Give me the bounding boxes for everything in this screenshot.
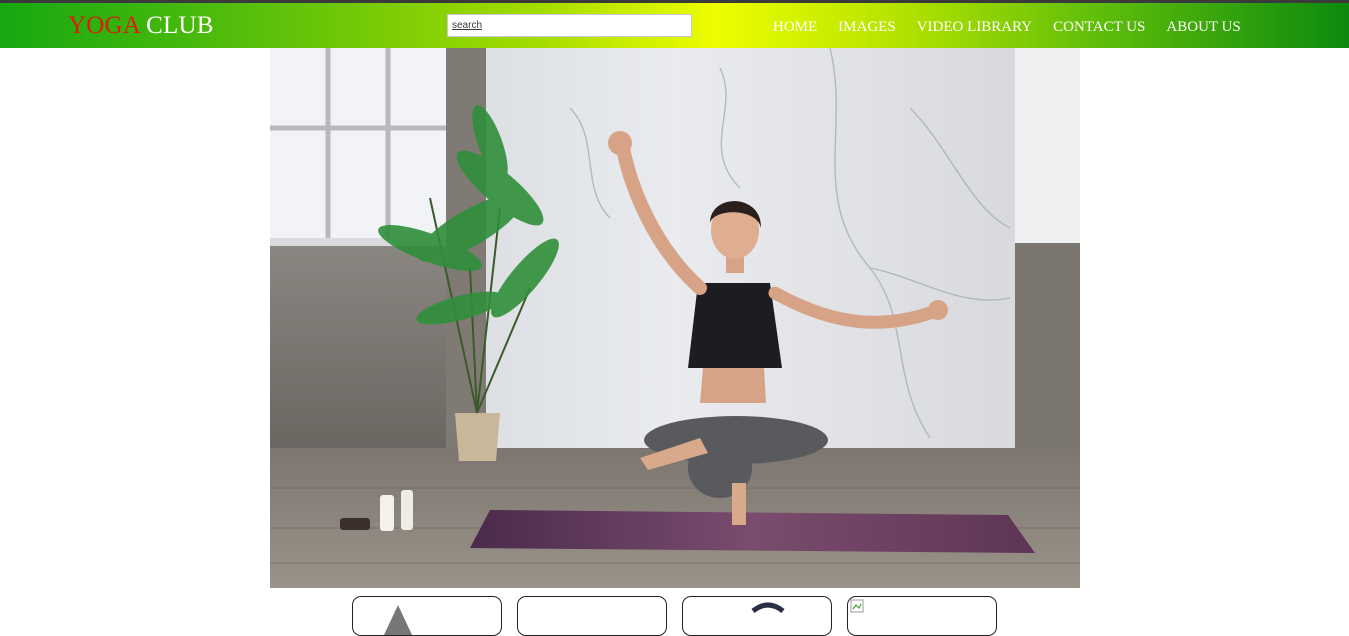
thumbnail-strip: [352, 596, 997, 636]
broken-image-icon: [850, 599, 864, 613]
thumbnail-2[interactable]: [517, 596, 667, 636]
hero-image: [270, 48, 1080, 588]
top-navigation-bar: YOGA CLUB HOME IMAGES VIDEO LIBRARY CONT…: [0, 0, 1349, 48]
thumbnail-image: [518, 597, 667, 636]
main-menu: HOME IMAGES VIDEO LIBRARY CONTACT US ABO…: [773, 18, 1241, 36]
thumbnail-4[interactable]: [847, 596, 997, 636]
logo-yoga-text: YOGA: [68, 12, 140, 39]
logo-club-text: CLUB: [146, 12, 214, 39]
nav-video-library-link[interactable]: VIDEO LIBRARY: [917, 18, 1032, 36]
nav-contact-us-link[interactable]: CONTACT US: [1053, 18, 1145, 36]
yoga-pose-photo: [270, 48, 1080, 588]
site-logo[interactable]: YOGA CLUB: [68, 12, 214, 40]
search-input[interactable]: [447, 14, 692, 37]
nav-images-link[interactable]: IMAGES: [838, 18, 896, 36]
thumbnail-image: [751, 602, 785, 614]
thumbnail-1[interactable]: [352, 596, 502, 636]
nav-home-link[interactable]: HOME: [773, 18, 817, 36]
nav-about-us-link[interactable]: ABOUT US: [1166, 18, 1240, 36]
thumbnail-3[interactable]: [682, 596, 832, 636]
thumbnail-image: [383, 605, 413, 635]
